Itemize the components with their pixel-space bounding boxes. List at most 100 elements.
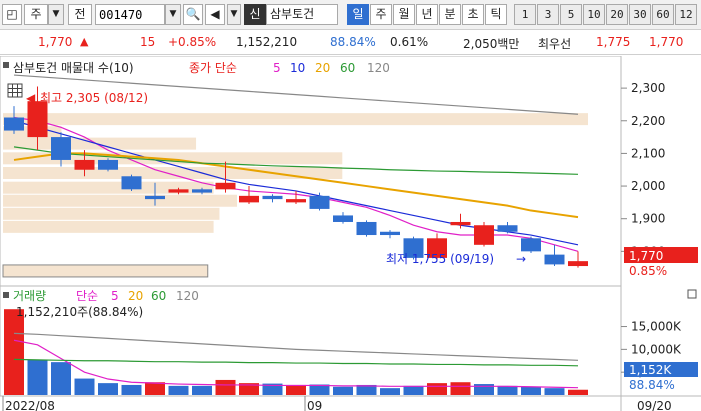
legend-ma120: 120 [367,61,390,75]
volume-bar [544,388,565,395]
code-dropdown-icon[interactable]: ▼ [165,4,181,25]
period-tab[interactable]: 년 [416,4,438,25]
current-change-tag: 0.85% [629,264,667,278]
price-tick-label: 1,900 [631,212,665,226]
current-ratio-tag: 88.84% [629,378,675,392]
legend-ma60: 60 [340,61,355,75]
period-tab[interactable]: 초 [462,4,484,25]
candle-body [51,137,71,160]
change-rate: +0.85% [168,35,217,49]
x-label-start: 2022/08 [5,399,55,411]
volume-bar [215,379,236,395]
legend-marker-icon [3,62,9,68]
candle-body [215,182,236,190]
period-tab[interactable]: 일 [347,4,369,25]
price-legend-title: 삼부토건 매물대 수(10) [13,61,134,75]
grid-icon[interactable] [7,83,23,98]
volume-bar [27,359,48,395]
volume-profile-bar [3,113,588,126]
candle-body [474,225,494,245]
best-ask-label: 최우선 [538,37,572,51]
legend-vma60: 60 [151,289,166,303]
volume-bar [380,388,400,395]
minute-tab[interactable]: 5 [560,4,582,25]
candle-body [450,221,471,226]
candle-body [356,221,377,236]
sound-dropdown-icon[interactable]: ▼ [227,4,241,25]
candle-body [568,261,588,267]
new-badge: 신 [244,4,266,25]
price-y-axis: 2,3002,2002,1002,0001,9001,800 [621,81,665,258]
sound-icon[interactable]: ◀ [205,4,225,25]
market-dropdown-icon[interactable]: ▼ [48,4,64,25]
period-tab[interactable]: 주 [370,4,392,25]
price-tick-label: 2,100 [631,146,665,160]
candle-body [27,101,48,138]
trade-amount: 2,050백만 [463,37,520,51]
prev-button[interactable]: 전 [68,4,92,25]
candle-body [192,189,212,193]
candle-body [380,231,400,236]
market-select[interactable]: 주 [24,4,48,25]
volume-bar [403,385,424,395]
volume-bar [51,362,71,395]
volume-profile-bar [2,264,209,278]
price-change: 15 [140,35,156,49]
minute-tab[interactable]: 10 [583,4,605,25]
candle-body [98,159,118,170]
period-tab[interactable]: 틱 [485,4,507,25]
legend-ma10: 10 [290,61,305,75]
legend-vma20: 20 [128,289,143,303]
quote-bar: 1,770 ▲ 15 +0.85% 1,152,210 88.84% 0.61%… [0,31,701,55]
stock-name: 삼부토건 [266,4,338,25]
period-tab[interactable]: 월 [393,4,415,25]
volume-bar [333,386,353,395]
minute-tab[interactable]: 1 [514,4,536,25]
turnover-rate: 0.61% [390,35,429,49]
volume-bar [286,384,306,395]
search-icon[interactable]: 🔍 [183,4,203,25]
candle-body [145,195,165,200]
legend-vma5: 5 [111,289,119,303]
volume-bar [474,384,494,395]
candle-body [497,225,518,232]
price-legend-type: 종가 단순 [189,61,237,75]
price-tick-label: 2,000 [631,179,665,193]
panel-maximize-icon[interactable] [687,289,697,299]
legend-ma20: 20 [315,61,330,75]
candle-body [544,254,565,265]
candle-body [286,199,306,203]
current-volume-tag-text: 1,152K [629,363,672,377]
legend-vma120: 120 [176,289,199,303]
bid-price: 1,770 [649,35,684,49]
volume-bar [427,383,447,395]
current-price-tag-text: 1,770 [629,249,663,263]
minute-tab[interactable]: 30 [629,4,651,25]
low-marker-icon: → [516,252,526,266]
minute-tab[interactable]: 60 [652,4,674,25]
minute-tab[interactable]: 12 [675,4,697,25]
volume-tick-label: 15,000K [631,320,682,334]
x-label-month: 09 [307,399,322,411]
candle-body [521,238,541,252]
price-tick-label: 2,300 [631,81,665,95]
market-label: 주 [30,7,42,21]
candle-body [121,176,142,190]
price-tick-label: 2,200 [631,114,665,128]
window-icon[interactable]: ◰ [2,4,22,25]
current-price: 1,770 [38,35,73,49]
minute-tab[interactable]: 3 [537,4,559,25]
period-tab[interactable]: 분 [439,4,461,25]
minute-tab[interactable]: 20 [606,4,628,25]
volume-profile-bar [3,194,237,207]
volume-profile-bar [3,137,197,150]
high-label: 최고 2,305 (08/12) [40,91,148,105]
volume-bar [98,383,118,395]
volume-bar [121,384,142,395]
stock-chart[interactable]: 2,3002,2002,1002,0001,9001,800 삼부토건 매물대 … [0,56,701,411]
code-input[interactable] [95,4,165,25]
candle-body [309,195,330,209]
volume-bar [497,385,518,395]
volume-bar [568,389,588,395]
legend-marker-icon [3,292,9,298]
